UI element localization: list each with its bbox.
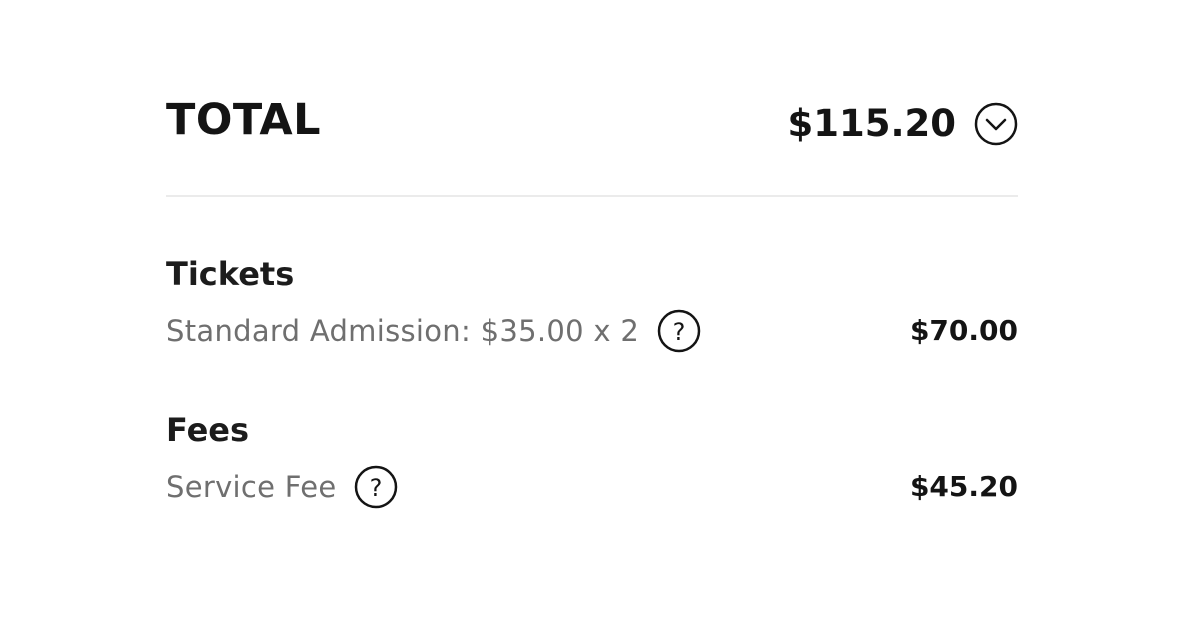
line-item-standard-admission: Standard Admission: $35.00 x 2 ? $70.00 xyxy=(166,308,1018,354)
ticket-info-button[interactable]: ? xyxy=(657,309,701,353)
section-title-fees: Fees xyxy=(166,411,250,449)
summary-divider xyxy=(166,195,1018,197)
section-title-tickets: Tickets xyxy=(166,255,295,293)
line-item-left: Service Fee ? xyxy=(166,464,398,510)
svg-text:?: ? xyxy=(370,474,383,502)
total-amount-group: $115.20 xyxy=(787,94,1018,154)
chevron-down-circle-icon xyxy=(974,102,1018,146)
line-item-amount: $70.00 xyxy=(909,314,1018,347)
total-amount: $115.20 xyxy=(787,102,956,145)
expand-summary-button[interactable] xyxy=(974,102,1018,146)
line-item-service-fee: Service Fee ? $45.20 xyxy=(166,464,1018,510)
line-item-description: Standard Admission: $35.00 x 2 xyxy=(166,314,640,348)
question-circle-icon: ? xyxy=(657,309,701,353)
line-item-left: Standard Admission: $35.00 x 2 ? xyxy=(166,308,701,354)
line-item-amount: $45.20 xyxy=(909,470,1018,503)
svg-text:?: ? xyxy=(673,318,686,346)
line-item-description: Service Fee xyxy=(166,470,337,504)
fee-info-button[interactable]: ? xyxy=(354,465,398,509)
total-row: TOTAL $115.20 xyxy=(166,92,1018,156)
question-circle-icon: ? xyxy=(355,465,398,509)
total-label: TOTAL xyxy=(166,95,322,145)
